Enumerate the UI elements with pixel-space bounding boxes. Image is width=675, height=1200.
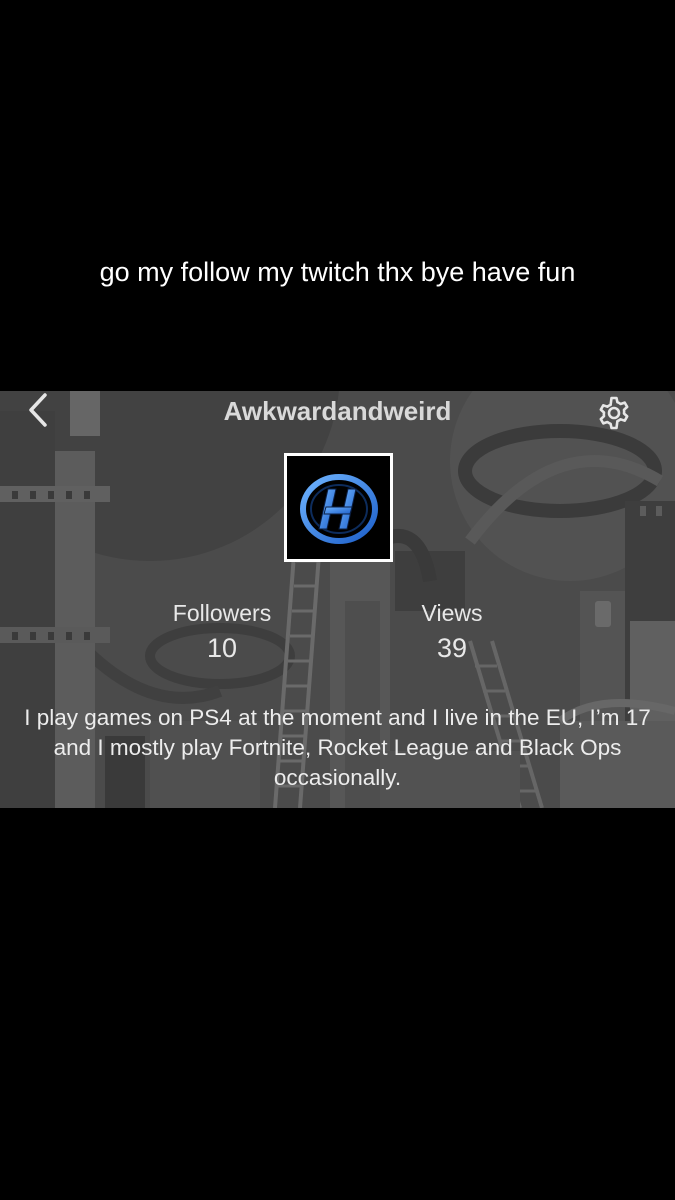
twitch-profile-screenshot: Awkwardandweird Followers 10 Views 39 I …	[0, 391, 675, 808]
views-label: Views	[421, 600, 483, 626]
followers-count: 10	[206, 633, 238, 663]
back-button[interactable]	[20, 391, 56, 429]
gear-icon	[599, 396, 629, 430]
avatar[interactable]	[284, 453, 393, 562]
settings-button[interactable]	[594, 393, 634, 433]
followers-stat: Followers 10	[142, 598, 302, 666]
profile-bio: I play games on PS4 at the moment and I …	[24, 705, 651, 790]
chevron-left-icon	[29, 393, 47, 427]
views-stat: Views 39	[372, 598, 532, 666]
stylized-h-logo-icon	[299, 473, 378, 544]
followers-label: Followers	[172, 600, 272, 626]
views-count: 39	[436, 633, 468, 663]
profile-username: Awkwardandweird	[223, 396, 452, 426]
caption-text: go my follow my twitch thx bye have fun	[99, 257, 576, 287]
